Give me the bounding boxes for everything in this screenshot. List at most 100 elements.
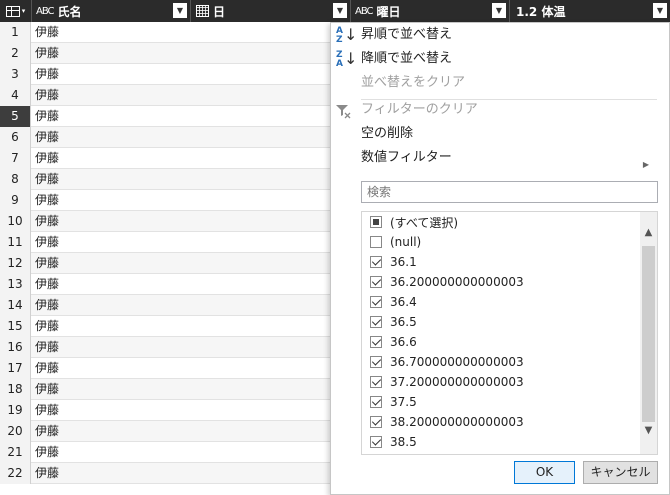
value-checkbox[interactable] <box>370 276 382 288</box>
table-row[interactable]: 3伊藤2023/08 <box>0 64 330 85</box>
sort-ascending-item[interactable]: 昇順で並べ替え <box>361 24 452 46</box>
row-number[interactable]: 21 <box>0 442 31 463</box>
name-cell[interactable]: 伊藤 <box>35 64 59 84</box>
row-number[interactable]: 2 <box>0 43 31 64</box>
table-row[interactable]: 2伊藤2023/08 <box>0 43 330 64</box>
remove-empty-item[interactable]: 空の削除 <box>361 123 413 145</box>
row-number[interactable]: 14 <box>0 295 31 316</box>
row-number[interactable]: 12 <box>0 253 31 274</box>
row-number[interactable]: 16 <box>0 337 31 358</box>
number-filters-item[interactable]: 数値フィルター ▶ <box>361 147 661 169</box>
table-row[interactable]: 16伊藤2023/08 <box>0 337 330 358</box>
column-header-date[interactable]: 日 ▼ <box>190 0 350 22</box>
search-input[interactable] <box>362 182 657 202</box>
filter-dropdown-button[interactable]: ▼ <box>653 3 667 18</box>
table-row[interactable]: 9伊藤2023/08 <box>0 190 330 211</box>
name-cell[interactable]: 伊藤 <box>35 316 59 336</box>
name-cell[interactable]: 伊藤 <box>35 22 59 42</box>
scroll-down-icon[interactable]: ▼ <box>640 422 657 439</box>
row-number[interactable]: 10 <box>0 211 31 232</box>
row-number[interactable]: 20 <box>0 421 31 442</box>
sort-descending-item[interactable]: 降順で並べ替え <box>361 48 452 70</box>
name-cell[interactable]: 伊藤 <box>35 463 59 483</box>
value-item[interactable]: 37.200000000000003 <box>370 372 524 392</box>
value-checkbox[interactable] <box>370 256 382 268</box>
value-checkbox[interactable] <box>370 416 382 428</box>
table-row[interactable]: 11伊藤2023/08 <box>0 232 330 253</box>
name-cell[interactable]: 伊藤 <box>35 169 59 189</box>
table-row[interactable]: 20伊藤2023/08 <box>0 421 330 442</box>
name-cell[interactable]: 伊藤 <box>35 232 59 252</box>
row-number[interactable]: 19 <box>0 400 31 421</box>
name-cell[interactable]: 伊藤 <box>35 400 59 420</box>
table-row[interactable]: 13伊藤2023/08 <box>0 274 330 295</box>
name-cell[interactable]: 伊藤 <box>35 358 59 378</box>
row-number[interactable]: 9 <box>0 190 31 211</box>
value-item[interactable]: 36.6 <box>370 332 417 352</box>
value-checkbox[interactable] <box>370 316 382 328</box>
cancel-button[interactable]: キャンセル <box>583 461 658 484</box>
table-row[interactable]: 22伊藤2023/08 <box>0 463 330 484</box>
scrollbar[interactable]: ▲ ▼ <box>640 212 657 454</box>
name-cell[interactable]: 伊藤 <box>35 106 59 126</box>
table-row[interactable]: 6伊藤2023/08 <box>0 127 330 148</box>
value-item[interactable]: (null) <box>370 232 421 252</box>
name-cell[interactable]: 伊藤 <box>35 337 59 357</box>
value-checkbox[interactable] <box>370 376 382 388</box>
value-checkbox[interactable] <box>370 436 382 448</box>
table-row[interactable]: 4伊藤2023/08 <box>0 85 330 106</box>
column-header-temperature[interactable]: 1.2 体温 ▼ <box>509 0 670 22</box>
value-item[interactable]: 38.5 <box>370 432 417 452</box>
row-number[interactable]: 6 <box>0 127 31 148</box>
value-item[interactable]: 38.200000000000003 <box>370 412 524 432</box>
scroll-up-icon[interactable]: ▲ <box>640 224 657 241</box>
name-cell[interactable]: 伊藤 <box>35 295 59 315</box>
value-checkbox[interactable] <box>370 356 382 368</box>
value-checkbox[interactable] <box>370 236 382 248</box>
value-item[interactable]: 36.5 <box>370 312 417 332</box>
name-cell[interactable]: 伊藤 <box>35 190 59 210</box>
ok-button[interactable]: OK <box>514 461 575 484</box>
table-row[interactable]: 15伊藤2023/08 <box>0 316 330 337</box>
row-number[interactable]: 4 <box>0 85 31 106</box>
row-number[interactable]: 17 <box>0 358 31 379</box>
clear-sort-item[interactable]: 並べ替えをクリア <box>361 72 465 94</box>
filter-dropdown-button[interactable]: ▼ <box>333 3 347 18</box>
name-cell[interactable]: 伊藤 <box>35 442 59 462</box>
table-row[interactable]: 12伊藤2023/08 <box>0 253 330 274</box>
row-number[interactable]: 15 <box>0 316 31 337</box>
value-checkbox[interactable] <box>370 336 382 348</box>
row-number[interactable]: 1 <box>0 22 31 43</box>
filter-dropdown-button[interactable]: ▼ <box>173 3 187 18</box>
value-item[interactable]: 36.4 <box>370 292 417 312</box>
value-item[interactable]: 37.5 <box>370 392 417 412</box>
name-cell[interactable]: 伊藤 <box>35 148 59 168</box>
name-cell[interactable]: 伊藤 <box>35 127 59 147</box>
table-row[interactable]: 10伊藤2023/08 <box>0 211 330 232</box>
table-row[interactable]: 14伊藤2023/08 <box>0 295 330 316</box>
select-all-checkbox[interactable] <box>370 216 382 228</box>
row-number[interactable]: 5 <box>0 106 31 127</box>
name-cell[interactable]: 伊藤 <box>35 85 59 105</box>
select-all-item[interactable]: (すべて選択) <box>370 212 458 232</box>
row-number[interactable]: 8 <box>0 169 31 190</box>
row-number[interactable]: 11 <box>0 232 31 253</box>
table-row[interactable]: 19伊藤2023/08 <box>0 400 330 421</box>
table-row[interactable]: 5伊藤2023/08 <box>0 106 330 127</box>
column-header-name[interactable]: ABC 氏名 ▼ <box>31 0 190 22</box>
row-number[interactable]: 7 <box>0 148 31 169</box>
table-menu-button[interactable]: ▾ <box>0 0 31 22</box>
table-row[interactable]: 8伊藤2023/08 <box>0 169 330 190</box>
row-number[interactable]: 22 <box>0 463 31 484</box>
table-row[interactable]: 7伊藤2023/08 <box>0 148 330 169</box>
name-cell[interactable]: 伊藤 <box>35 43 59 63</box>
table-row[interactable]: 21伊藤2023/08 <box>0 442 330 463</box>
filter-dropdown-button[interactable]: ▼ <box>492 3 506 18</box>
name-cell[interactable]: 伊藤 <box>35 274 59 294</box>
value-checkbox[interactable] <box>370 296 382 308</box>
value-item[interactable]: 36.1 <box>370 252 417 272</box>
clear-filter-item[interactable]: フィルターのクリア <box>361 99 478 121</box>
scroll-thumb[interactable] <box>642 246 655 422</box>
name-cell[interactable]: 伊藤 <box>35 253 59 273</box>
column-header-weekday[interactable]: ABC 曜日 ▼ <box>350 0 509 22</box>
